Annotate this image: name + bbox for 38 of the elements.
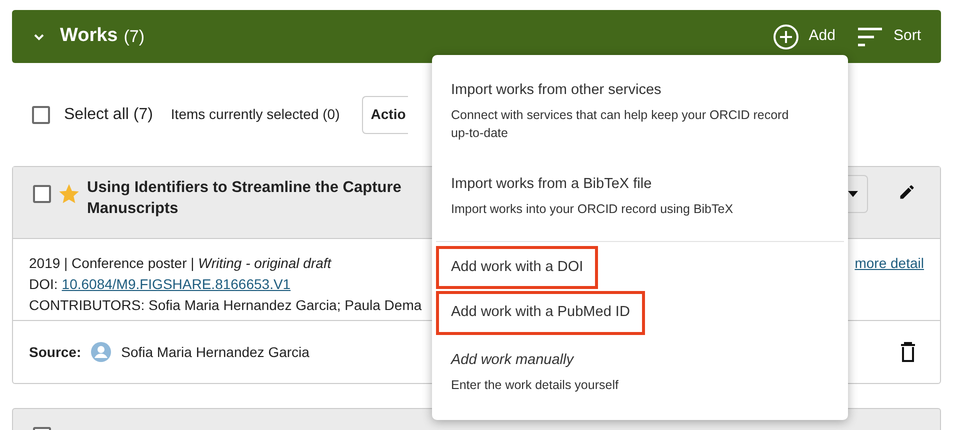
checkbox[interactable] — [33, 185, 51, 203]
menu-item-title: Import works from a BibTeX file — [451, 174, 653, 194]
plus-circle-icon — [772, 24, 799, 50]
doi-label: DOI: — [29, 275, 58, 294]
menu-item[interactable]: Import works from a BibTeX file Import works into your ORCID record using BibTeX — [436, 160, 821, 230]
caret-icon — [848, 191, 858, 197]
section-count: (7) — [124, 26, 145, 48]
menu-item[interactable]: Add work manually Enter the work details yourself — [436, 337, 821, 407]
selected-count: Items currently selected (0) — [170, 105, 340, 124]
source-name: Sofia Maria Hernandez Garcia — [121, 342, 310, 362]
pencil-icon[interactable] — [898, 183, 916, 201]
trash-icon[interactable] — [900, 342, 916, 362]
menu-item[interactable]: Add work with a PubMed ID — [436, 291, 645, 335]
menu-item-title: Add work with a PubMed ID — [451, 303, 630, 322]
more-detail-link[interactable]: more detail — [854, 253, 924, 274]
menu-item[interactable]: Import works from other services Connect with services that can help keep your ORCID record up-to-date — [436, 67, 821, 155]
menu-item-description: Enter the work details yourself — [451, 376, 620, 394]
actions-button[interactable]: Actio — [362, 96, 408, 134]
menu-item-description: Connect with services that can help keep your ORCID record up-to-date — [451, 106, 790, 142]
work-title: Using Identifiers to Streamline the Capture — [87, 178, 402, 198]
menu-item-title: Add work with a DOI — [451, 258, 584, 276]
sort-button[interactable]: Sort — [857, 25, 921, 48]
select-all-label[interactable]: Select all (7) — [64, 102, 153, 126]
menu-item-title: Add work manually — [451, 351, 575, 370]
contributors: CONTRIBUTORS: Sofia Maria Hernandez Garcia; Paula Dema — [29, 296, 423, 315]
star-icon[interactable] — [59, 184, 79, 204]
menu-item-description: Import works into your ORCID record using BibTeX — [451, 200, 734, 218]
sort-icon — [857, 26, 884, 48]
checkbox[interactable] — [32, 106, 50, 124]
menu-item[interactable]: Add work with a DOI — [436, 246, 598, 290]
menu-item-title: Import works from other services — [451, 81, 662, 100]
user-avatar-icon — [91, 342, 112, 362]
section-title: Works — [60, 24, 118, 48]
work-meta: 2019 | Conference poster | Writing - original draft — [29, 254, 332, 273]
work-title: Manuscripts — [87, 199, 180, 219]
doi-link[interactable]: 10.6084/M9.FIGSHARE.8166653.V1 — [62, 274, 291, 295]
add-button[interactable]: Add — [772, 24, 836, 50]
source-label: Source: — [29, 342, 82, 362]
